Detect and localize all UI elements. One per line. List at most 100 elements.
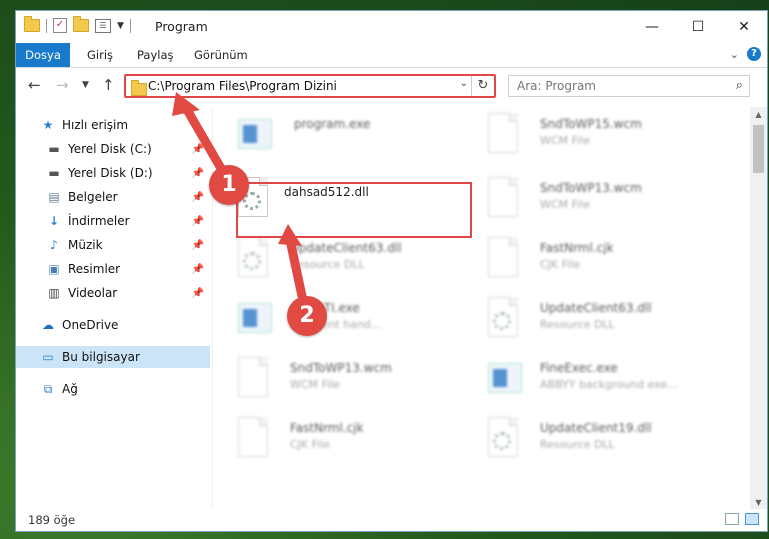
- ribbon-controls: ⌄ ?: [730, 47, 761, 61]
- sidebar-item-label: Yerel Disk (C:): [68, 142, 152, 156]
- network-icon: ⧉: [43, 381, 53, 396]
- document-icon: [488, 177, 522, 221]
- properties-check-icon[interactable]: ✓: [53, 18, 67, 33]
- computer-icon: ▭: [42, 350, 54, 364]
- sidebar-item-network[interactable]: ⧉ Ağ: [16, 378, 210, 400]
- dll-icon: [238, 237, 272, 281]
- maximize-button[interactable]: ☐: [675, 11, 721, 43]
- file-name: UpdateClient63.dll: [540, 301, 652, 315]
- details-view-icon[interactable]: [725, 513, 739, 525]
- tab-home[interactable]: Giriş: [87, 43, 113, 67]
- app-icon: [238, 113, 272, 157]
- search-input[interactable]: Ara: Program ⌕: [508, 75, 750, 97]
- sidebar-item-this-pc[interactable]: ▭ Bu bilgisayar: [16, 346, 210, 368]
- pin-icon[interactable]: 📌: [192, 264, 204, 275]
- dll-icon: [488, 417, 522, 461]
- address-bar[interactable]: C:\Program Files\Program Dizini ⌄ ↻: [124, 74, 496, 98]
- step-badge-1: 1: [209, 165, 249, 205]
- scroll-up-icon[interactable]: ▲: [750, 107, 767, 123]
- pin-icon[interactable]: 📌: [192, 168, 204, 179]
- sidebar-item-music[interactable]: ♪ Müzik 📌: [16, 234, 210, 256]
- chevron-down-icon[interactable]: ▼: [117, 21, 124, 31]
- sidebar-item-downloads[interactable]: ↓ İndirmeler 📌: [16, 210, 210, 232]
- view-options-icon[interactable]: ☰: [95, 18, 111, 33]
- close-button[interactable]: ✕: [721, 11, 767, 43]
- document-icon: [238, 357, 272, 401]
- list-item[interactable]: SndToWP13.wcm WCM File: [466, 171, 716, 229]
- sidebar-item-pictures[interactable]: ▣ Resimler 📌: [16, 258, 210, 280]
- help-icon[interactable]: ?: [747, 47, 761, 61]
- pin-icon[interactable]: 📌: [192, 288, 204, 299]
- document-icon: ▤: [48, 190, 60, 204]
- sidebar-item-local-disk-c[interactable]: ▬ Yerel Disk (C:) 📌: [16, 138, 210, 160]
- file-type: WCM File: [540, 198, 590, 211]
- sidebar-item-local-disk-d[interactable]: ▬ Yerel Disk (D:) 📌: [16, 162, 210, 184]
- large-icons-view-icon[interactable]: [745, 513, 759, 525]
- sidebar-item-label: Bu bilgisayar: [62, 350, 140, 364]
- sidebar-item-videos[interactable]: ▥ Videolar 📌: [16, 282, 210, 304]
- list-item[interactable]: SndToWP15.wcm WCM File: [466, 107, 716, 165]
- pin-icon[interactable]: 📌: [192, 144, 204, 155]
- sidebar-item-label: OneDrive: [62, 318, 119, 332]
- sidebar-item-label: Belgeler: [68, 190, 118, 204]
- sidebar-item-label: Hızlı erişim: [62, 118, 129, 132]
- app-icon: [488, 357, 522, 401]
- drive-icon: ▬: [48, 166, 60, 180]
- minimize-button[interactable]: —: [629, 11, 675, 43]
- forward-arrow-icon[interactable]: →: [56, 76, 69, 94]
- download-icon: ↓: [48, 214, 60, 228]
- list-item[interactable]: FastNrml.cjk CJK File: [466, 231, 716, 289]
- sidebar-item-onedrive[interactable]: ☁ OneDrive: [16, 314, 210, 336]
- back-arrow-icon[interactable]: ←: [28, 76, 41, 94]
- sidebar-item-label: Resimler: [68, 262, 121, 276]
- address-path: C:\Program Files\Program Dizini: [148, 79, 337, 93]
- expand-ribbon-icon[interactable]: ⌄: [730, 48, 739, 61]
- vertical-scrollbar[interactable]: ▲ ▼: [750, 107, 767, 511]
- list-item[interactable]: FastNrml.cjk CJK File: [216, 411, 466, 469]
- up-arrow-icon[interactable]: ↑: [102, 76, 115, 94]
- folder-icon: [24, 16, 40, 32]
- star-icon: ★: [42, 118, 54, 132]
- navigation-bar: ← → ▼ ↑ C:\Program Files\Program Dizini …: [16, 71, 767, 103]
- list-item[interactable]: UpdateClient63.dll Resource DLL: [216, 231, 466, 289]
- refresh-icon[interactable]: ↻: [471, 76, 494, 96]
- file-type: CJK File: [540, 258, 581, 271]
- sidebar-item-documents[interactable]: ▤ Belgeler 📌: [16, 186, 210, 208]
- recent-locations-icon[interactable]: ▼: [82, 80, 89, 90]
- tab-view[interactable]: Görünüm: [194, 43, 248, 67]
- file-name: program.exe: [294, 117, 371, 131]
- app-icon: [238, 297, 272, 341]
- scroll-thumb[interactable]: [753, 125, 764, 173]
- chevron-down-icon[interactable]: ⌄: [460, 78, 468, 89]
- pin-icon[interactable]: 📌: [192, 216, 204, 227]
- pane-divider: [212, 107, 213, 509]
- list-item[interactable]: FineExec.exe ABBYY background exe...: [466, 351, 716, 409]
- file-type: WCM File: [290, 378, 340, 391]
- item-count: 189 öğe: [28, 513, 76, 527]
- ribbon-tabs: Dosya Giriş Paylaş Görünüm ⌄ ?: [16, 43, 767, 68]
- pin-icon[interactable]: 📌: [192, 192, 204, 203]
- list-item[interactable]: SndToWP13.wcm WCM File: [216, 351, 466, 409]
- sidebar-item-label: Videolar: [68, 286, 118, 300]
- sidebar-item-label: Ağ: [62, 382, 78, 396]
- file-type: WCM File: [540, 134, 590, 147]
- list-item[interactable]: UpdateClient19.dll Resource DLL: [466, 411, 716, 469]
- tab-share[interactable]: Paylaş: [137, 43, 174, 67]
- list-item[interactable]: UpdateClient63.dll Resource DLL: [466, 291, 716, 349]
- file-name: SndToWP15.wcm: [540, 117, 642, 131]
- search-icon[interactable]: ⌕: [736, 78, 743, 93]
- file-type: Resource DLL: [290, 258, 365, 271]
- new-folder-icon[interactable]: [73, 16, 89, 32]
- list-item[interactable]: ...pySTI.exe ...t event hand...: [216, 291, 466, 349]
- file-type: Resource DLL: [540, 438, 615, 451]
- video-icon: ▥: [48, 286, 60, 300]
- music-icon: ♪: [50, 238, 58, 252]
- list-item[interactable]: program.exe: [216, 107, 466, 165]
- step-badge-2: 2: [287, 296, 327, 336]
- file-name: FineExec.exe: [540, 361, 618, 375]
- status-bar: 189 öğe: [16, 509, 767, 531]
- tab-file[interactable]: Dosya: [16, 43, 70, 67]
- divider: [129, 18, 131, 33]
- pin-icon[interactable]: 📌: [192, 240, 204, 251]
- sidebar-item-quick-access[interactable]: ★ Hızlı erişim: [16, 114, 210, 136]
